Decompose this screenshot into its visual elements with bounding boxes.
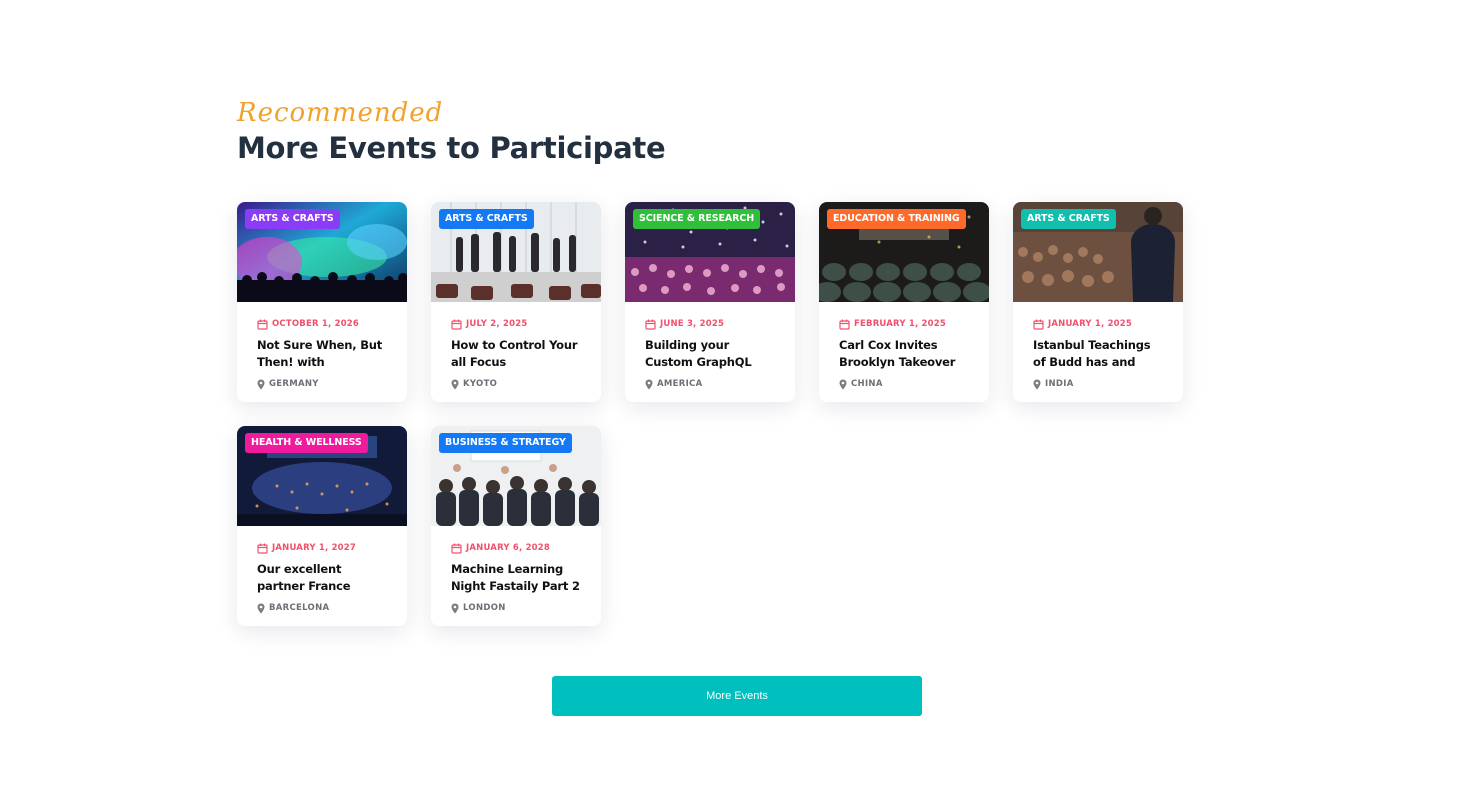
map-pin-icon xyxy=(1033,379,1041,389)
event-date: FEBRUARY 1, 2025 xyxy=(839,318,969,330)
event-card[interactable]: HEALTH & WELLNESS JANUARY 1, 2027 Our ex… xyxy=(237,426,407,626)
event-date-text: JUNE 3, 2025 xyxy=(660,319,725,329)
event-title[interactable]: Our excellent partner France Pavillion xyxy=(257,561,387,595)
more-events-button[interactable]: More Events xyxy=(552,676,922,716)
event-date-text: JANUARY 1, 2027 xyxy=(272,543,357,553)
calendar-icon xyxy=(1033,319,1044,330)
event-card[interactable]: SCIENCE & RESEARCH JUNE 3, 2025 Building… xyxy=(625,202,795,402)
category-badge[interactable]: ARTS & CRAFTS xyxy=(439,209,534,229)
event-date: JANUARY 1, 2025 xyxy=(1033,318,1163,330)
map-pin-icon xyxy=(645,379,653,389)
event-image[interactable]: ARTS & CRAFTS xyxy=(1013,202,1183,302)
event-location-text: CHINA xyxy=(851,379,883,389)
event-title[interactable]: Machine Learning Night Fastaily Part 2 xyxy=(451,561,581,595)
event-title[interactable]: Building your Custom GraphQL Tooling for xyxy=(645,337,775,371)
event-location: GERMANY xyxy=(257,378,387,390)
event-title[interactable]: Carl Cox Invites Brooklyn Takeover all xyxy=(839,337,969,371)
category-badge[interactable]: BUSINESS & STRATEGY xyxy=(439,433,572,453)
event-location-text: KYOTO xyxy=(463,379,498,389)
event-location: CHINA xyxy=(839,378,969,390)
event-card[interactable]: ARTS & CRAFTS JULY 2, 2025 How to Contro… xyxy=(431,202,601,402)
event-location-text: BARCELONA xyxy=(269,603,330,613)
map-pin-icon xyxy=(839,379,847,389)
event-location-text: GERMANY xyxy=(269,379,319,389)
event-location: BARCELONA xyxy=(257,602,387,614)
event-image[interactable]: SCIENCE & RESEARCH xyxy=(625,202,795,302)
event-card[interactable]: ARTS & CRAFTS JANUARY 1, 2025 Istanbul T… xyxy=(1013,202,1183,402)
category-badge[interactable]: ARTS & CRAFTS xyxy=(1021,209,1116,229)
event-image[interactable]: EDUCATION & TRAINING xyxy=(819,202,989,302)
event-location: LONDON xyxy=(451,602,581,614)
calendar-icon xyxy=(839,319,850,330)
map-pin-icon xyxy=(257,379,265,389)
event-image[interactable]: ARTS & CRAFTS xyxy=(431,202,601,302)
section-eyebrow: Recommended xyxy=(237,98,444,128)
event-location: AMERICA xyxy=(645,378,775,390)
category-badge[interactable]: HEALTH & WELLNESS xyxy=(245,433,368,453)
event-title[interactable]: Istanbul Teachings of Budd has and xyxy=(1033,337,1163,371)
event-date-text: JANUARY 6, 2028 xyxy=(466,543,551,553)
event-card[interactable]: BUSINESS & STRATEGY JANUARY 6, 2028 Mach… xyxy=(431,426,601,626)
event-card[interactable]: ARTS & CRAFTS OCTOBER 1, 2026 Not Sure W… xyxy=(237,202,407,402)
calendar-icon xyxy=(645,319,656,330)
event-title[interactable]: How to Control Your all Focus xyxy=(451,337,581,371)
section-header: Recommended More Events to Participate xyxy=(237,98,1237,166)
event-image[interactable]: HEALTH & WELLNESS xyxy=(237,426,407,526)
calendar-icon xyxy=(451,543,462,554)
event-date: JUNE 3, 2025 xyxy=(645,318,775,330)
event-image[interactable]: ARTS & CRAFTS xyxy=(237,202,407,302)
event-title[interactable]: Not Sure When, But Then! with xyxy=(257,337,387,371)
category-badge[interactable]: ARTS & CRAFTS xyxy=(245,209,340,229)
section-title: More Events to Participate xyxy=(237,131,666,165)
map-pin-icon xyxy=(451,603,459,613)
event-date-text: FEBRUARY 1, 2025 xyxy=(854,319,947,329)
event-date-text: JULY 2, 2025 xyxy=(466,319,528,329)
event-date-text: JANUARY 1, 2025 xyxy=(1048,319,1133,329)
event-location-text: AMERICA xyxy=(657,379,703,389)
calendar-icon xyxy=(451,319,462,330)
event-location-text: INDIA xyxy=(1045,379,1074,389)
map-pin-icon xyxy=(451,379,459,389)
calendar-icon xyxy=(257,319,268,330)
event-card[interactable]: EDUCATION & TRAINING FEBRUARY 1, 2025 Ca… xyxy=(819,202,989,402)
event-location-text: LONDON xyxy=(463,603,506,613)
category-badge[interactable]: EDUCATION & TRAINING xyxy=(827,209,966,229)
event-date: JULY 2, 2025 xyxy=(451,318,581,330)
event-date: JANUARY 6, 2028 xyxy=(451,542,581,554)
category-badge[interactable]: SCIENCE & RESEARCH xyxy=(633,209,761,229)
event-location: INDIA xyxy=(1033,378,1163,390)
event-date: OCTOBER 1, 2026 xyxy=(257,318,387,330)
event-image[interactable]: BUSINESS & STRATEGY xyxy=(431,426,601,526)
event-date-text: OCTOBER 1, 2026 xyxy=(272,319,360,329)
map-pin-icon xyxy=(257,603,265,613)
event-date: JANUARY 1, 2027 xyxy=(257,542,387,554)
event-location: KYOTO xyxy=(451,378,581,390)
calendar-icon xyxy=(257,543,268,554)
